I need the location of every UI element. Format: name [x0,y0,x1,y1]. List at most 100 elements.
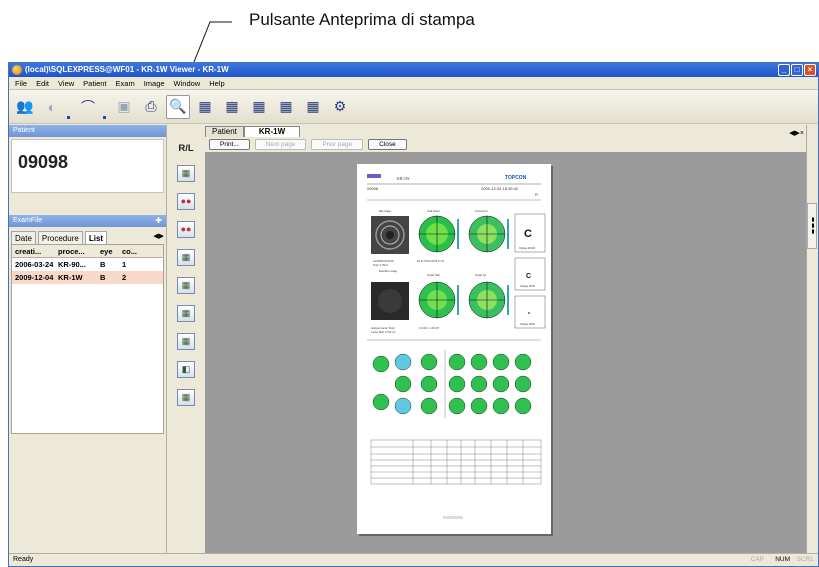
label-mire: Mire image [379,210,391,213]
note-analysis-center: Analysis Center: Pupil [371,327,395,330]
close-preview-button[interactable]: Close [368,138,407,150]
report-logo-right: TOPCON [505,175,527,181]
exam-list-title: ExamFile [13,217,43,224]
settings-icon[interactable]: ⚙ [328,95,352,119]
col-count[interactable]: co... [119,245,141,257]
optotype-label-2: OptAge 20/40 [520,285,535,288]
page-footer [443,516,463,519]
exam-table: creati... proce... eye co... 2006-03-24 … [11,244,164,434]
menu-edit[interactable]: Edit [36,77,49,89]
report-drawing: KR-1W TOPCON 09098 2009-12-04 18:35:42 R… [367,174,546,519]
tab-kr1w[interactable]: KR-1W [243,126,301,137]
print-preview-icon[interactable]: 🔍 [166,94,190,119]
report-page: KR-1W TOPCON 09098 2009-12-04 18:35:42 R… [357,164,551,534]
window-title: (local)\SQLEXPRESS@WF01 - KR-1W Viewer -… [25,65,229,74]
back-icon[interactable]: ◐ [40,95,64,119]
col-created[interactable]: creati... [12,245,55,257]
title-bar: (local)\SQLEXPRESS@WF01 - KR-1W Viewer -… [9,63,818,77]
label-corneal-cyl: Corneal Cyl [475,210,488,213]
maximize-button[interactable]: □ [791,64,803,76]
grid-view-3-icon[interactable]: ▦ [177,277,195,294]
label-retro: Retroillum image [379,270,398,273]
tab-list[interactable]: List [84,231,108,244]
table-header: creati... proce... eye co... [12,245,163,258]
status-bar: Ready CAP NUM SCRL [9,553,818,566]
print-button[interactable]: Print... [209,138,250,150]
cell-eye: B [100,273,106,282]
print-icon[interactable]: ⎙ [139,95,163,119]
report-eye: R [535,192,538,197]
menu-file[interactable]: File [15,77,27,89]
menu-window[interactable]: Window [174,77,201,89]
next-page-button[interactable]: Next page [254,138,307,150]
optotype-view-icon[interactable]: ◧ [177,361,195,378]
main-toolbar: 👥 ◐ ⌒ ▣ ⎙ 🔍 ▦ ▦ ▦ ▦ ▦ ⚙ [9,90,818,124]
col-eye[interactable]: eye [97,245,119,257]
num-indicator: NUM [775,556,790,563]
grid-view-5-icon[interactable]: ▦ [177,333,195,350]
minimize-button[interactable]: _ [778,64,790,76]
scrl-indicator: SCRL [796,556,814,563]
save-icon[interactable]: ▣ [112,95,136,119]
summary-map-grid [372,350,532,418]
grid-view-2-icon[interactable]: ▦ [177,249,195,266]
optotype-label-3: OptAge 20/20 [520,323,535,326]
exam-icon[interactable]: ⌒ [76,95,100,119]
tab-scroll-arrows-icon[interactable]: ◀▶ [153,231,164,244]
patient-icon[interactable]: 👥 [13,95,37,119]
exam-tabs: Date Procedure List ◀▶ [9,227,166,244]
menu-bar: File Edit View Patient Exam Image Window… [9,77,818,90]
report-logo-left: KR-1W [397,176,410,181]
menu-exam[interactable]: Exam [116,77,135,89]
analysis-icon-5[interactable]: ▦ [301,95,325,119]
grid-view-4-icon[interactable]: ▦ [177,305,195,322]
optotype-letter-2: C [526,273,531,280]
tab-patient[interactable]: Patient [205,126,244,137]
close-window-button[interactable]: × [804,64,816,76]
tab-date[interactable]: Date [11,231,36,244]
analysis-icon-3[interactable]: ▦ [247,95,271,119]
grid-view-6-icon[interactable]: ▦ [177,389,195,406]
cell-date: 2009-12-04 [15,273,54,282]
app-icon [12,65,22,75]
side-panel-tab[interactable]: ▮▮▮ [807,203,817,249]
patient-id: 09098 [11,139,164,193]
cell-procedure: KR-1W [58,273,83,282]
label-axial: Axial Power [427,210,440,213]
preview-background: KR-1W TOPCON 09098 2009-12-04 18:35:42 R… [205,152,808,555]
analysis-icon-1[interactable]: ▦ [193,95,217,119]
menu-help[interactable]: Help [209,77,224,89]
cell-date: 2006-03-24 [15,260,54,269]
ocular-cyl-map [468,281,506,319]
pin-icon[interactable]: ✚ [155,215,162,227]
note-center-shift: Center Shift: 0.791 mm [371,331,396,334]
corneal-cyl-map [468,215,506,253]
status-text: Ready [13,556,34,563]
menu-view[interactable]: View [58,77,74,89]
table-row[interactable]: 2009-12-04 KR-1W B 2 [12,271,163,284]
cell-eye: B [100,260,106,269]
left-logo-mark [367,174,381,178]
cap-indicator: CAP [750,556,764,563]
tab-procedure[interactable]: Procedure [37,231,83,244]
document-area: Patient KR-1W ◀▶× Print... Next page Pre… [205,125,808,555]
grid-view-icon[interactable]: ▦ [177,165,195,182]
label-ocular-total: Ocular Total [427,274,440,277]
col-procedure[interactable]: proce... [55,245,97,257]
report-patient: 09098 [367,186,379,191]
table-row[interactable]: 2006-03-24 KR-90... B 1 [12,258,163,271]
menu-image[interactable]: Image [144,77,165,89]
svg-text:R1 41.75 R2 42.25 K1 75: R1 41.75 R2 42.25 K1 75 [417,260,445,263]
patient-pane-header: Patient [9,125,166,137]
left-pane: Patient 09098 ExamFile ✚ Date Procedure … [9,125,167,555]
optotype-letter-1: C [524,228,532,240]
analysis-icon-4[interactable]: ▦ [274,95,298,119]
rl-toggle[interactable]: R/L [169,125,203,154]
menu-patient[interactable]: Patient [83,77,106,89]
ocular-total-map [418,281,456,319]
eyes-compare-icon[interactable]: ●● [177,221,195,238]
prev-page-button[interactable]: Prev page [311,138,364,150]
eyes-view-icon[interactable]: ●● [177,193,195,210]
analysis-icon-2[interactable]: ▦ [220,95,244,119]
cell-count: 2 [122,273,127,282]
